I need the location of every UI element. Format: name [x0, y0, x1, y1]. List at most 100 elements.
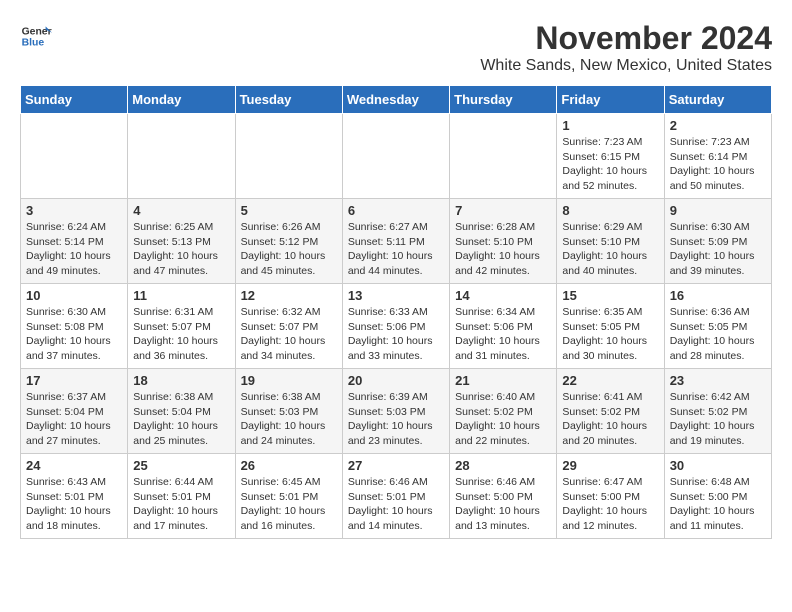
day-cell: 20 Sunrise: 6:39 AM Sunset: 5:03 PM Dayli…: [342, 369, 449, 454]
day-info: Sunrise: 6:46 AM Sunset: 5:00 PM Dayligh…: [455, 475, 551, 534]
weekday-header-thursday: Thursday: [450, 86, 557, 114]
day-number: 11: [133, 288, 229, 303]
day-info: Sunrise: 6:46 AM Sunset: 5:01 PM Dayligh…: [348, 475, 444, 534]
day-cell: 23 Sunrise: 6:42 AM Sunset: 5:02 PM Dayli…: [664, 369, 771, 454]
day-number: 27: [348, 458, 444, 473]
weekday-header-row: SundayMondayTuesdayWednesdayThursdayFrid…: [21, 86, 772, 114]
day-cell: 6 Sunrise: 6:27 AM Sunset: 5:11 PM Daylig…: [342, 199, 449, 284]
day-cell: 21Sunrise: 6:40 AM Sunset: 5:02 PM Dayli…: [450, 369, 557, 454]
day-info: Sunrise: 6:42 AM Sunset: 5:02 PM Dayligh…: [670, 390, 766, 449]
day-cell: [21, 114, 128, 199]
location-title: White Sands, New Mexico, United States: [480, 57, 772, 75]
day-cell: [128, 114, 235, 199]
day-info: Sunrise: 6:48 AM Sunset: 5:00 PM Dayligh…: [670, 475, 766, 534]
day-cell: 26 Sunrise: 6:45 AM Sunset: 5:01 PM Dayli…: [235, 454, 342, 539]
week-row-2: 3 Sunrise: 6:24 AM Sunset: 5:14 PM Daylig…: [21, 199, 772, 284]
day-number: 30: [670, 458, 766, 473]
day-cell: 28 Sunrise: 6:46 AM Sunset: 5:00 PM Dayli…: [450, 454, 557, 539]
day-cell: 7 Sunrise: 6:28 AM Sunset: 5:10 PM Daylig…: [450, 199, 557, 284]
day-cell: 4Sunrise: 6:25 AM Sunset: 5:13 PM Daylig…: [128, 199, 235, 284]
day-cell: 19 Sunrise: 6:38 AM Sunset: 5:03 PM Dayli…: [235, 369, 342, 454]
day-info: Sunrise: 6:44 AM Sunset: 5:01 PM Dayligh…: [133, 475, 229, 534]
day-info: Sunrise: 6:33 AM Sunset: 5:06 PM Dayligh…: [348, 305, 444, 364]
day-info: Sunrise: 6:28 AM Sunset: 5:10 PM Dayligh…: [455, 220, 551, 279]
logo: General Blue: [20, 20, 52, 52]
day-cell: 9Sunrise: 6:30 AM Sunset: 5:09 PM Daylig…: [664, 199, 771, 284]
day-number: 3: [26, 203, 122, 218]
day-cell: 18 Sunrise: 6:38 AM Sunset: 5:04 PM Dayli…: [128, 369, 235, 454]
day-info: Sunrise: 6:45 AM Sunset: 5:01 PM Dayligh…: [241, 475, 337, 534]
day-number: 13: [348, 288, 444, 303]
day-cell: 27 Sunrise: 6:46 AM Sunset: 5:01 PM Dayli…: [342, 454, 449, 539]
day-number: 7: [455, 203, 551, 218]
day-info: Sunrise: 6:39 AM Sunset: 5:03 PM Dayligh…: [348, 390, 444, 449]
month-title: November 2024: [480, 20, 772, 57]
svg-text:General: General: [22, 26, 52, 37]
day-cell: 25 Sunrise: 6:44 AM Sunset: 5:01 PM Dayli…: [128, 454, 235, 539]
day-cell: 5Sunrise: 6:26 AM Sunset: 5:12 PM Daylig…: [235, 199, 342, 284]
day-info: Sunrise: 6:32 AM Sunset: 5:07 PM Dayligh…: [241, 305, 337, 364]
weekday-header-tuesday: Tuesday: [235, 86, 342, 114]
day-info: Sunrise: 6:34 AM Sunset: 5:06 PM Dayligh…: [455, 305, 551, 364]
day-cell: 12Sunrise: 6:32 AM Sunset: 5:07 PM Dayli…: [235, 284, 342, 369]
day-cell: 15 Sunrise: 6:35 AM Sunset: 5:05 PM Dayli…: [557, 284, 664, 369]
day-cell: 30 Sunrise: 6:48 AM Sunset: 5:00 PM Dayli…: [664, 454, 771, 539]
day-number: 17: [26, 373, 122, 388]
day-number: 1: [562, 118, 658, 133]
day-info: Sunrise: 6:38 AM Sunset: 5:04 PM Dayligh…: [133, 390, 229, 449]
day-cell: 13 Sunrise: 6:33 AM Sunset: 5:06 PM Dayli…: [342, 284, 449, 369]
day-info: Sunrise: 6:40 AM Sunset: 5:02 PM Dayligh…: [455, 390, 551, 449]
calendar-body: 1 Sunrise: 7:23 AM Sunset: 6:15 PM Daylig…: [21, 114, 772, 539]
day-cell: 2 Sunrise: 7:23 AM Sunset: 6:14 PM Daylig…: [664, 114, 771, 199]
day-number: 6: [348, 203, 444, 218]
day-number: 16: [670, 288, 766, 303]
day-info: Sunrise: 6:35 AM Sunset: 5:05 PM Dayligh…: [562, 305, 658, 364]
weekday-header-saturday: Saturday: [664, 86, 771, 114]
day-cell: [235, 114, 342, 199]
day-number: 14: [455, 288, 551, 303]
day-cell: [342, 114, 449, 199]
day-cell: 29 Sunrise: 6:47 AM Sunset: 5:00 PM Dayli…: [557, 454, 664, 539]
day-info: Sunrise: 6:38 AM Sunset: 5:03 PM Dayligh…: [241, 390, 337, 449]
day-number: 2: [670, 118, 766, 133]
week-row-5: 24Sunrise: 6:43 AM Sunset: 5:01 PM Dayli…: [21, 454, 772, 539]
day-cell: [450, 114, 557, 199]
day-number: 8: [562, 203, 658, 218]
day-info: Sunrise: 7:23 AM Sunset: 6:14 PM Dayligh…: [670, 135, 766, 194]
day-number: 25: [133, 458, 229, 473]
day-info: Sunrise: 7:23 AM Sunset: 6:15 PM Dayligh…: [562, 135, 658, 194]
day-info: Sunrise: 6:43 AM Sunset: 5:01 PM Dayligh…: [26, 475, 122, 534]
day-number: 22: [562, 373, 658, 388]
day-cell: 11 Sunrise: 6:31 AM Sunset: 5:07 PM Dayli…: [128, 284, 235, 369]
day-number: 29: [562, 458, 658, 473]
day-number: 28: [455, 458, 551, 473]
day-number: 10: [26, 288, 122, 303]
day-number: 26: [241, 458, 337, 473]
day-info: Sunrise: 6:30 AM Sunset: 5:08 PM Dayligh…: [26, 305, 122, 364]
header: General Blue November 2024 White Sands, …: [20, 20, 772, 75]
day-info: Sunrise: 6:36 AM Sunset: 5:05 PM Dayligh…: [670, 305, 766, 364]
day-number: 18: [133, 373, 229, 388]
weekday-header-monday: Monday: [128, 86, 235, 114]
day-cell: 16 Sunrise: 6:36 AM Sunset: 5:05 PM Dayli…: [664, 284, 771, 369]
day-cell: 1 Sunrise: 7:23 AM Sunset: 6:15 PM Daylig…: [557, 114, 664, 199]
day-cell: 22 Sunrise: 6:41 AM Sunset: 5:02 PM Dayli…: [557, 369, 664, 454]
day-number: 15: [562, 288, 658, 303]
day-cell: 10 Sunrise: 6:30 AM Sunset: 5:08 PM Dayli…: [21, 284, 128, 369]
weekday-header-sunday: Sunday: [21, 86, 128, 114]
day-info: Sunrise: 6:30 AM Sunset: 5:09 PM Dayligh…: [670, 220, 766, 279]
day-info: Sunrise: 6:37 AM Sunset: 5:04 PM Dayligh…: [26, 390, 122, 449]
day-info: Sunrise: 6:29 AM Sunset: 5:10 PM Dayligh…: [562, 220, 658, 279]
day-info: Sunrise: 6:27 AM Sunset: 5:11 PM Dayligh…: [348, 220, 444, 279]
day-cell: 24Sunrise: 6:43 AM Sunset: 5:01 PM Dayli…: [21, 454, 128, 539]
week-row-1: 1 Sunrise: 7:23 AM Sunset: 6:15 PM Daylig…: [21, 114, 772, 199]
day-info: Sunrise: 6:47 AM Sunset: 5:00 PM Dayligh…: [562, 475, 658, 534]
day-number: 23: [670, 373, 766, 388]
day-info: Sunrise: 6:24 AM Sunset: 5:14 PM Dayligh…: [26, 220, 122, 279]
week-row-4: 17 Sunrise: 6:37 AM Sunset: 5:04 PM Dayli…: [21, 369, 772, 454]
day-info: Sunrise: 6:26 AM Sunset: 5:12 PM Dayligh…: [241, 220, 337, 279]
day-info: Sunrise: 6:31 AM Sunset: 5:07 PM Dayligh…: [133, 305, 229, 364]
day-number: 20: [348, 373, 444, 388]
day-number: 19: [241, 373, 337, 388]
day-info: Sunrise: 6:41 AM Sunset: 5:02 PM Dayligh…: [562, 390, 658, 449]
